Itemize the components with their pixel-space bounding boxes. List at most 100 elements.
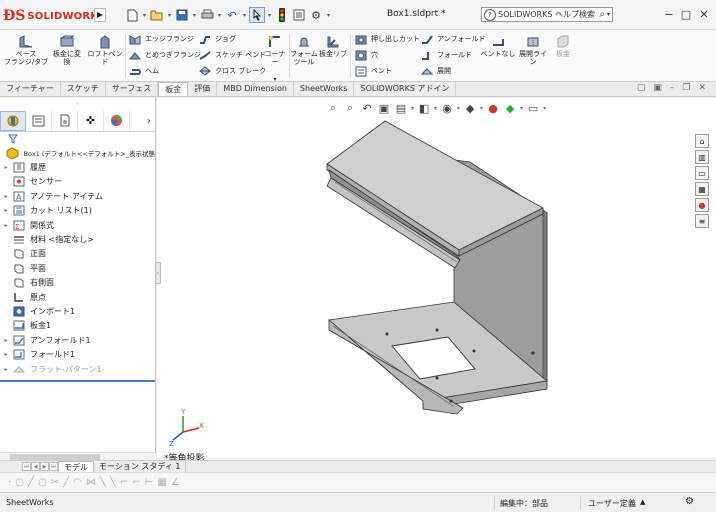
zoom-to-fit-icon[interactable]: ⌕ [326, 101, 340, 115]
chevron-down-icon[interactable]: ▾ [520, 105, 523, 112]
tree-item[interactable]: センサー [0, 175, 155, 189]
chevron-down-icon[interactable]: ▾ [607, 11, 610, 18]
design-library-icon[interactable]: ▥ [695, 150, 709, 164]
open-folder-icon[interactable] [149, 7, 165, 23]
chevron-down-icon[interactable]: ▾ [325, 12, 332, 19]
units-caret-icon[interactable]: ▲ [640, 498, 645, 506]
chevron-right-icon[interactable]: ▸ [0, 351, 12, 358]
chevron-right-icon[interactable]: ▸ [0, 366, 12, 373]
sheet-gusset-button[interactable]: 板金リブ [318, 34, 348, 58]
sheet-metal-model[interactable]: Y X Z [157, 98, 716, 458]
next-tab-icon[interactable]: ▶ [40, 462, 49, 471]
chevron-down-icon[interactable]: ▾ [480, 105, 483, 112]
apply-scene-icon[interactable]: ◆ [503, 102, 517, 115]
chevron-down-icon[interactable]: ▾ [266, 12, 273, 19]
tree-item[interactable]: 材料 <指定なし> [0, 232, 155, 246]
tab-evaluate[interactable]: 評価 [188, 82, 218, 96]
tree-item[interactable]: 右側面 [0, 276, 155, 290]
sketched-bend-button[interactable]: スケッチ ベンド [198, 48, 266, 62]
solidworks-logo[interactable]: ƉS SOLIDWORKS [3, 6, 105, 26]
extruded-cut-button[interactable]: 押し出しカット [354, 32, 420, 46]
prev-tab-icon[interactable]: ◀ [31, 462, 40, 471]
chevron-down-icon[interactable]: ▾ [141, 12, 148, 19]
tab-addins[interactable]: SOLIDWORKS アドイン [354, 82, 457, 96]
file-properties-icon[interactable] [291, 7, 307, 23]
minimize-button[interactable]: − [662, 8, 676, 22]
dynamic-annotation-icon[interactable]: ▤ [394, 102, 408, 115]
miter-flange-button[interactable]: とめつぎフランジ [128, 48, 201, 62]
tree-item[interactable]: 正面 [0, 247, 155, 261]
view-orientation-icon[interactable]: ◧ [417, 102, 431, 115]
tree-item[interactable]: 原点 [0, 290, 155, 304]
cross-break-button[interactable]: クロス ブレーク [198, 64, 266, 78]
tab-mbd-dimension[interactable]: MBD Dimension [217, 82, 294, 96]
tree-item[interactable]: ▸ Σ 関係式 [0, 218, 155, 232]
section-view-icon[interactable]: ▣ [377, 102, 391, 115]
chevron-down-icon[interactable]: ▾ [191, 12, 198, 19]
chevron-down-icon[interactable]: ▾ [411, 105, 414, 112]
previous-view-icon[interactable]: ↶ [360, 102, 374, 115]
chevron-right-icon[interactable]: ▸ [0, 337, 12, 344]
chevron-down-icon[interactable]: ▾ [241, 12, 248, 19]
tab-motion-study[interactable]: モーション スタディ 1 [94, 461, 187, 472]
tree-item[interactable]: ▸ 履歴 [0, 160, 155, 174]
tree-item[interactable]: ▸ フォールド1 [0, 347, 155, 361]
flatten-button[interactable]: 展開 [420, 64, 451, 78]
custom-properties-icon[interactable]: ≡ [695, 214, 709, 228]
tree-item[interactable]: ▸ カット リスト(1) [0, 204, 155, 218]
restore-button[interactable]: □ [679, 8, 693, 22]
property-manager-tab-icon[interactable] [26, 110, 52, 131]
chevron-right-icon[interactable]: ▸ [0, 164, 12, 171]
edge-flange-button[interactable]: エッジフランジ [128, 32, 194, 46]
edit-appearance-icon[interactable]: ● [486, 102, 500, 115]
search-icon[interactable]: ⌕ [599, 9, 605, 20]
appearances-icon[interactable]: ● [695, 198, 709, 212]
file-explorer-icon[interactable]: ▭ [695, 166, 709, 180]
convert-to-sheet-button[interactable]: 板金に変 換 [50, 34, 84, 66]
dimxpert-tab-icon[interactable]: ✜ [78, 110, 104, 131]
tab-sketch[interactable]: スケッチ [61, 82, 106, 96]
feature-manager-tab-icon[interactable] [0, 110, 26, 131]
tree-item[interactable]: ▸ アンフォールド1 [0, 333, 155, 347]
chevron-down-icon[interactable]: ▾ [216, 12, 223, 19]
doc-restore-icon[interactable]: ❐ [682, 83, 690, 93]
vent-button[interactable]: ベント [354, 64, 392, 78]
view-palette-icon[interactable]: ▦ [695, 182, 709, 196]
chevron-down-icon[interactable]: ▾ [457, 105, 460, 112]
options-gear-icon[interactable]: ⚙ [308, 7, 324, 23]
tab-features[interactable]: フィーチャー [0, 82, 61, 96]
menu-expand-button[interactable]: ▶ [94, 8, 106, 22]
tree-item[interactable]: ▸ A アノテート アイテム [0, 189, 155, 203]
first-tab-icon[interactable]: ⏮ [22, 462, 31, 471]
tree-item[interactable]: インポート1 [0, 304, 155, 318]
jog-button[interactable]: ジョグ [198, 32, 236, 46]
rip-button[interactable]: 展開ライン [516, 34, 550, 66]
doc-minimize-icon[interactable]: – [670, 83, 675, 93]
hem-button[interactable]: ヘム [128, 64, 159, 78]
tree-root[interactable]: Box1 (デフォルト<<デフォルト>_表示状態 [0, 146, 155, 160]
graphics-area[interactable]: Y X Z [157, 98, 716, 458]
help-search-input[interactable]: ? SOLIDWORKS ヘルプ検索 ⌕ ▾ [481, 7, 613, 22]
hide-show-icon[interactable]: ◆ [463, 102, 477, 115]
base-flange-button[interactable]: ベース フランジ/タブ [4, 34, 48, 66]
chevron-right-icon[interactable]: › [147, 114, 151, 127]
chevron-right-icon[interactable]: ▸ [0, 222, 12, 229]
status-units[interactable]: ユーザー定義 [588, 498, 636, 509]
no-bends-button[interactable]: ベントなし [480, 34, 516, 58]
panel-grip-icon[interactable]: ◦ [0, 98, 155, 110]
chevron-right-icon[interactable]: ▸ [0, 193, 12, 200]
save-icon[interactable] [174, 7, 190, 23]
close-button[interactable]: ✕ [697, 8, 711, 22]
tab-sheet-metal[interactable]: 板金 [158, 82, 189, 96]
chevron-right-icon[interactable]: ▸ [0, 207, 12, 214]
lofted-bend-button[interactable]: ロフトベンド [86, 34, 124, 66]
cascade-icon[interactable]: ▣ [653, 83, 662, 93]
select-icon[interactable] [249, 7, 265, 23]
home-icon[interactable]: ⌂ [695, 134, 709, 148]
last-tab-icon[interactable]: ⏭ [49, 462, 58, 471]
tree-item[interactable]: ▸ フラット-パターン1 [0, 362, 155, 376]
undo-icon[interactable]: ↶ [224, 7, 240, 23]
chevron-down-icon[interactable]: ▾ [543, 105, 546, 112]
doc-close-icon[interactable]: ✕ [698, 83, 706, 93]
tab-surfaces[interactable]: サーフェス [106, 82, 159, 96]
